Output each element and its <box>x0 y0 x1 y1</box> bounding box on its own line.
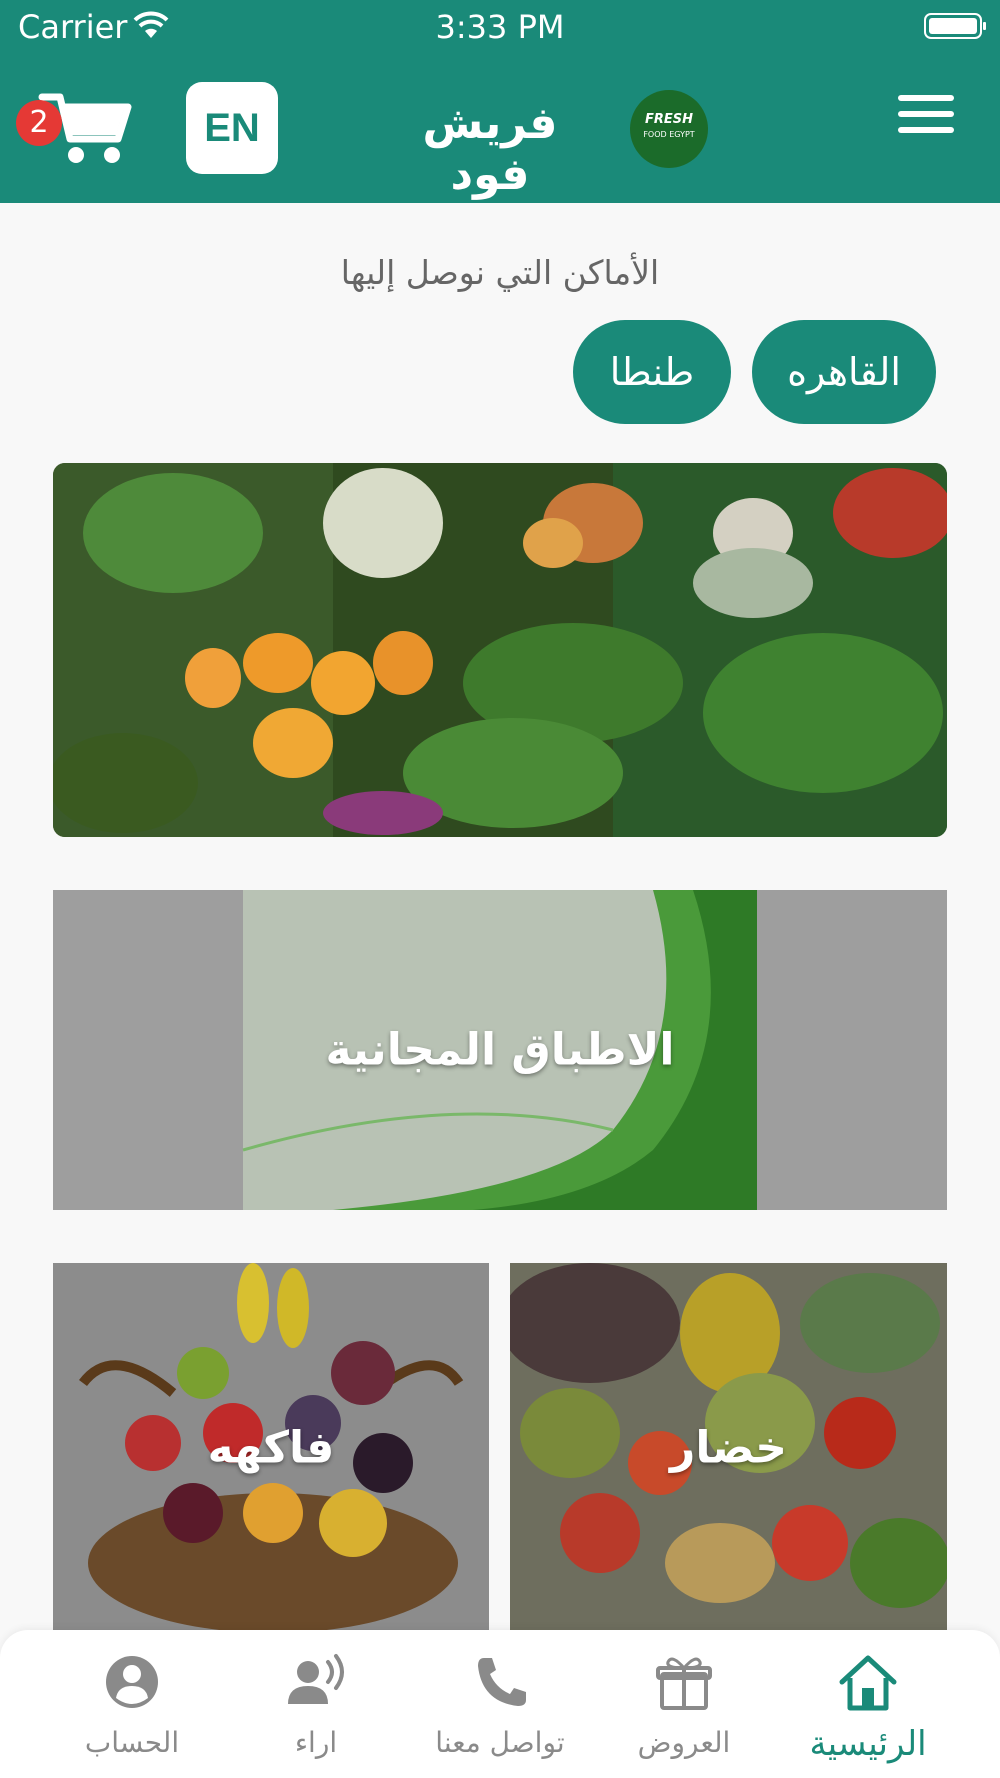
logo-text-top: FRESH <box>644 112 693 127</box>
vegetables-card[interactable]: خضار <box>510 1263 947 1633</box>
cart-count-badge: 2 <box>16 100 62 146</box>
battery-icon <box>924 13 986 39</box>
app-title: فريش فود <box>422 98 558 200</box>
tab-account-label: الحساب <box>84 1726 180 1759</box>
tab-account[interactable]: الحساب <box>42 1630 222 1778</box>
status-time: 3:33 PM <box>435 8 565 46</box>
bottom-tab-bar: الرئيسية العروض تواصل معنا اراء الحساب <box>0 1630 1000 1778</box>
menu-icon[interactable] <box>898 95 954 145</box>
tab-offers[interactable]: العروض <box>594 1630 774 1778</box>
app-logo: FRESH FOOD EGYPT <box>630 90 708 168</box>
vegetables-banner-image[interactable] <box>53 463 947 837</box>
fruits-label: فاكهه <box>207 1422 335 1474</box>
home-icon <box>839 1655 897 1711</box>
language-toggle-button[interactable]: EN <box>186 82 278 174</box>
area-chip-tanta[interactable]: طنطا <box>573 320 731 424</box>
tab-feedback-label: اراء <box>294 1726 338 1759</box>
logo-text-bottom: FOOD EGYPT <box>643 130 695 139</box>
tab-feedback[interactable]: اراء <box>226 1630 406 1778</box>
vegetables-label: خضار <box>670 1422 787 1474</box>
phone-icon <box>478 1658 526 1706</box>
fruits-card[interactable]: فاكهه <box>53 1263 489 1633</box>
tab-offers-label: العروض <box>637 1726 731 1759</box>
app-header: 2 EN فريش فود FRESH FOOD EGYPT <box>0 55 1000 203</box>
account-icon <box>106 1656 158 1708</box>
free-dishes-card[interactable]: الاطباق المجانية <box>53 890 947 1210</box>
free-dishes-label: الاطباق المجانية <box>325 1024 675 1076</box>
tab-contact-label: تواصل معنا <box>435 1726 565 1759</box>
tab-home-label: الرئيسية <box>809 1724 927 1764</box>
status-bar: Carrier 3:33 PM <box>0 0 1000 55</box>
gift-icon <box>656 1657 712 1710</box>
feedback-icon <box>288 1654 344 1704</box>
delivery-areas-title: الأماكن التي نوصل إليها <box>340 253 660 292</box>
area-chip-cairo[interactable]: القاهره <box>752 320 936 424</box>
tab-contact[interactable]: تواصل معنا <box>410 1630 590 1778</box>
tab-home[interactable]: الرئيسية <box>778 1630 958 1778</box>
